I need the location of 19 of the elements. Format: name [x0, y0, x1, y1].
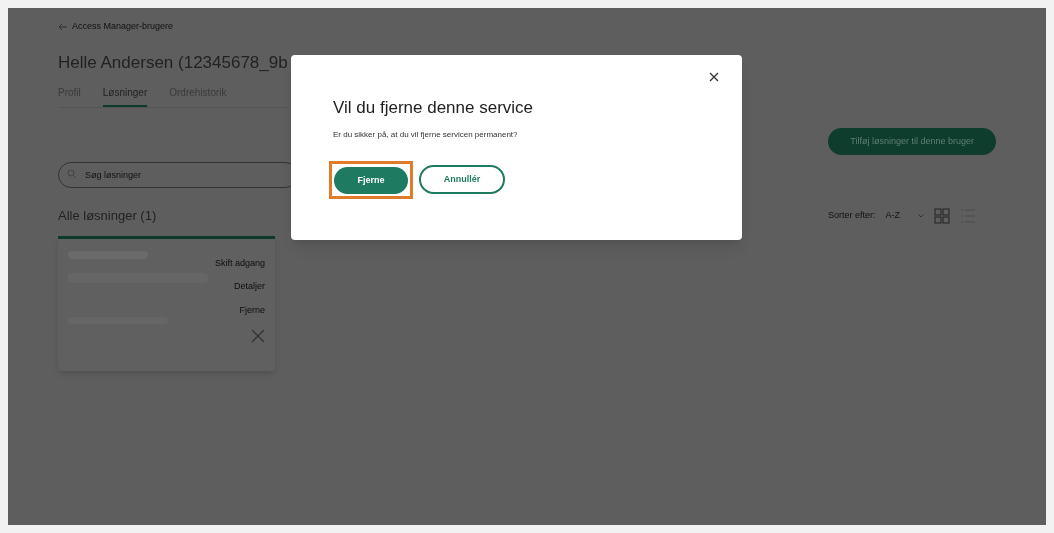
- add-solutions-button[interactable]: Tilføj løsninger til denne bruger: [828, 128, 996, 155]
- dialog-title: Vil du fjerne denne service: [333, 97, 535, 119]
- tab[interactable]: Løsninger: [102, 85, 148, 107]
- card-action-link[interactable]: Fjerne: [239, 303, 265, 317]
- card-action-link[interactable]: Detaljer: [234, 280, 265, 294]
- section-title: Alle løsninger (1): [58, 207, 157, 225]
- sort-label: Sorter efter:: [827, 209, 876, 222]
- back-link[interactable]: Access Manager-brugere: [58, 20, 996, 34]
- arrow-left-icon: [58, 22, 68, 31]
- user-title: Helle Andersen (12345678_9b: [58, 51, 289, 74]
- close-icon[interactable]: [708, 71, 720, 83]
- card-action-link[interactable]: Skift adgang: [214, 256, 265, 270]
- grid-view-icon[interactable]: [934, 207, 950, 224]
- sort-dropdown[interactable]: A-Z: [885, 209, 924, 223]
- remove-button[interactable]: Fjerne: [334, 166, 408, 194]
- caret-icon: [918, 213, 924, 218]
- dialog-message: Er du sikker på, at du vil fjerne servicen permanent?: [333, 128, 519, 141]
- cancel-button[interactable]: Annullér: [419, 165, 505, 195]
- search-icon: [67, 169, 77, 179]
